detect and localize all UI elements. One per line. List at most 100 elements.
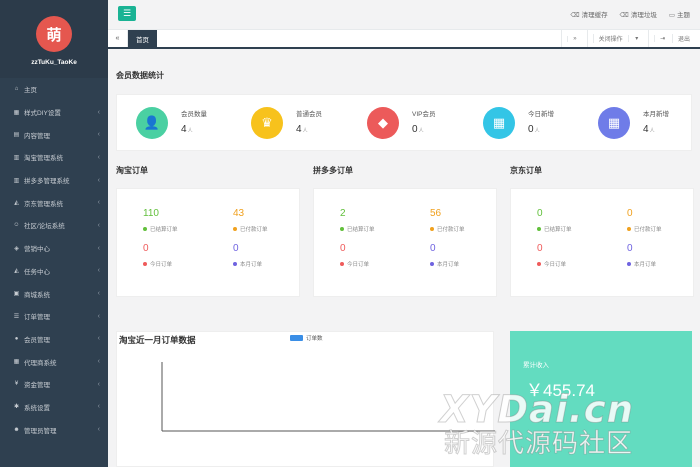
status-dot-icon bbox=[340, 227, 344, 231]
order-stat-value: 0 bbox=[537, 208, 543, 219]
sidebar-item-11[interactable]: ● 会员管理 ‹ bbox=[0, 328, 108, 351]
member-stats-title: 会员数据统计 bbox=[116, 71, 164, 80]
stat-value: 0 bbox=[412, 124, 418, 135]
order-stat-label-row: 已付款订单 bbox=[430, 225, 490, 233]
sidebar-item-15[interactable]: ☻ 管理员管理 ‹ bbox=[0, 418, 108, 441]
order-stat-value: 56 bbox=[430, 208, 442, 219]
tab-scroll-right-button[interactable]: » bbox=[561, 30, 586, 47]
calendar-check-icon: ▦ bbox=[598, 107, 630, 139]
theme-button[interactable]: ▭ 主题 bbox=[669, 9, 690, 19]
total-revenue-card: 累计收入 ￥455.74 bbox=[510, 331, 692, 467]
pdd-orders-title: 拼多多订单 bbox=[313, 166, 353, 175]
sidebar-item-5[interactable]: ◭ 京东管理系统 ‹ bbox=[0, 191, 108, 214]
sidebar-item-label: 系统设置 bbox=[24, 404, 50, 412]
sidebar-item-label: 社区/论坛系统 bbox=[24, 223, 65, 231]
status-dot-icon bbox=[233, 227, 237, 231]
sidebar-item-2[interactable]: ▤ 内容管理 ‹ bbox=[0, 123, 108, 146]
order-stat-month: 0 本月订单 bbox=[627, 243, 687, 268]
stat-value-row: 4人 bbox=[296, 124, 322, 135]
order-stat-value: 0 bbox=[537, 243, 543, 254]
bar-chart-icon: ▥ bbox=[13, 177, 20, 184]
sidebar-item-9[interactable]: ▣ 商城系统 ‹ bbox=[0, 282, 108, 305]
stat-unit: 人 bbox=[418, 128, 424, 134]
double-left-icon: « bbox=[115, 35, 120, 42]
stat-value: 4 bbox=[643, 124, 649, 135]
revenue-label: 累计收入 bbox=[523, 362, 549, 369]
stat-label: 会员数量 bbox=[181, 111, 207, 118]
chevron-left-icon: ‹ bbox=[97, 131, 100, 139]
sidebar-item-8[interactable]: ◭ 任务中心 ‹ bbox=[0, 260, 108, 283]
brand-name: zzTuKu_TaoKe bbox=[31, 59, 77, 66]
sidebar-item-0[interactable]: ⌂ 主页 bbox=[0, 78, 108, 101]
sidebar-item-12[interactable]: ▦ 代理商系统 ‹ bbox=[0, 350, 108, 373]
order-stat-label: 已付款订单 bbox=[634, 227, 662, 233]
tab-scroll-left-button[interactable]: « bbox=[108, 30, 128, 47]
order-stat-label-row: 本月订单 bbox=[627, 260, 687, 268]
order-stat-month: 0 本月订单 bbox=[233, 243, 293, 268]
order-stat-settled: 110 已结算订单 bbox=[143, 208, 203, 233]
stat-value-row: 0人 bbox=[412, 124, 435, 135]
sidebar-item-1[interactable]: ▦ 样式DIY设置 ‹ bbox=[0, 101, 108, 124]
broom-icon: ⌫ bbox=[619, 12, 629, 19]
stat-info: 今日新增 0人 bbox=[528, 108, 554, 139]
sidebar-item-10[interactable]: ☰ 订单管理 ‹ bbox=[0, 305, 108, 328]
sidebar-item-13[interactable]: ¥ 资金管理 ‹ bbox=[0, 373, 108, 396]
cart-icon: ▣ bbox=[13, 291, 20, 298]
main-content: 会员数据统计 👤 会员数量 4人 ♛ 普通会员 4人 ◆ VIP会员 0人 ▦ 今日新增 0人 ▦ 本月新… bbox=[108, 49, 700, 467]
stat-info: 本月新增 4人 bbox=[643, 108, 669, 139]
calendar-check-icon: ▦ bbox=[483, 107, 515, 139]
topbar: ☰ ⌫ 清理缓存 ⌫ 清理垃圾 ▭ 主题 bbox=[108, 0, 700, 30]
avatar[interactable]: 萌 bbox=[36, 16, 72, 52]
order-stat-today: 0 今日订单 bbox=[537, 243, 597, 268]
chevron-left-icon: ‹ bbox=[97, 403, 100, 411]
chevron-left-icon: ‹ bbox=[97, 153, 100, 161]
close-ops-dropdown[interactable]: 关闭操作 ▾ bbox=[586, 30, 649, 47]
chevron-left-icon: ‹ bbox=[97, 108, 100, 116]
taobao-orders-title: 淘宝订单 bbox=[116, 166, 148, 175]
yen-icon: ¥ bbox=[14, 381, 19, 388]
jd-orders-title: 京东订单 bbox=[510, 166, 542, 175]
stat-item: ▦ 今日新增 0人 bbox=[483, 107, 554, 139]
clear-trash-button[interactable]: ⌫ 清理垃圾 bbox=[620, 9, 657, 19]
tab-right-controls: » 关闭操作 ▾ ⇥ 退出 bbox=[561, 30, 700, 47]
logout-button[interactable]: ⇥ 退出 bbox=[648, 30, 700, 47]
order-stat-value: 0 bbox=[233, 243, 239, 254]
stat-item: ▦ 本月新增 4人 bbox=[598, 107, 669, 139]
order-stat-label: 已结算订单 bbox=[544, 227, 572, 233]
chevron-left-icon: ‹ bbox=[97, 176, 100, 184]
sidebar-item-14[interactable]: ✱ 系统设置 ‹ bbox=[0, 396, 108, 419]
sidebar-item-7[interactable]: ◈ 营销中心 ‹ bbox=[0, 237, 108, 260]
status-dot-icon bbox=[340, 262, 344, 266]
menu-toggle-button[interactable]: ☰ bbox=[118, 6, 136, 21]
sidebar-item-label: 淘宝管理系统 bbox=[24, 155, 63, 163]
stat-label: VIP会员 bbox=[412, 111, 436, 118]
sidebar-item-4[interactable]: ▥ 拼多多管理系统 ‹ bbox=[0, 169, 108, 192]
order-stat-value: 0 bbox=[430, 243, 436, 254]
stat-unit: 人 bbox=[534, 128, 540, 134]
sidebar-item-label: 订单管理 bbox=[24, 314, 50, 322]
status-dot-icon bbox=[143, 227, 147, 231]
sidebar-item-label: 拼多多管理系统 bbox=[24, 178, 70, 186]
order-stat-label: 已结算订单 bbox=[347, 227, 375, 233]
taobao-monthly-chart-card: 淘宝近一月订单数据 订单数 bbox=[116, 331, 495, 467]
order-stat-label: 已付款订单 bbox=[240, 227, 268, 233]
stat-value-row: 4人 bbox=[643, 124, 669, 135]
sidebar-item-3[interactable]: ▥ 淘宝管理系统 ‹ bbox=[0, 146, 108, 169]
tab-home[interactable]: 首页 bbox=[128, 30, 157, 47]
caret-down-icon: ▾ bbox=[627, 35, 644, 42]
sidebar-item-label: 代理商系统 bbox=[24, 359, 57, 367]
chevron-left-icon: ‹ bbox=[97, 221, 100, 229]
stat-info: 普通会员 4人 bbox=[296, 108, 322, 139]
order-stat-value: 2 bbox=[340, 208, 346, 219]
sidebar-item-6[interactable]: ☺ 社区/论坛系统 ‹ bbox=[0, 214, 108, 237]
order-stat-label-row: 已付款订单 bbox=[233, 225, 293, 233]
stat-info: VIP会员 0人 bbox=[412, 108, 435, 139]
sign-out-icon: ⇥ bbox=[654, 35, 672, 42]
tasks-icon: ▭ bbox=[668, 12, 675, 19]
clear-cache-button[interactable]: ⌫ 清理缓存 bbox=[570, 9, 607, 19]
sidebar-menu: ⌂ 主页 ▦ 样式DIY设置 ‹ ▤ 内容管理 ‹ ▥ 淘宝管理系统 ‹ ▥ 拼多多管理系统 ‹ ◭ 京东管理… bbox=[0, 78, 108, 441]
sidebar-item-label: 样式DIY设置 bbox=[24, 110, 61, 118]
order-stat-label: 本月订单 bbox=[634, 262, 657, 268]
stat-unit: 人 bbox=[187, 128, 193, 134]
list-icon: ☰ bbox=[13, 313, 20, 320]
